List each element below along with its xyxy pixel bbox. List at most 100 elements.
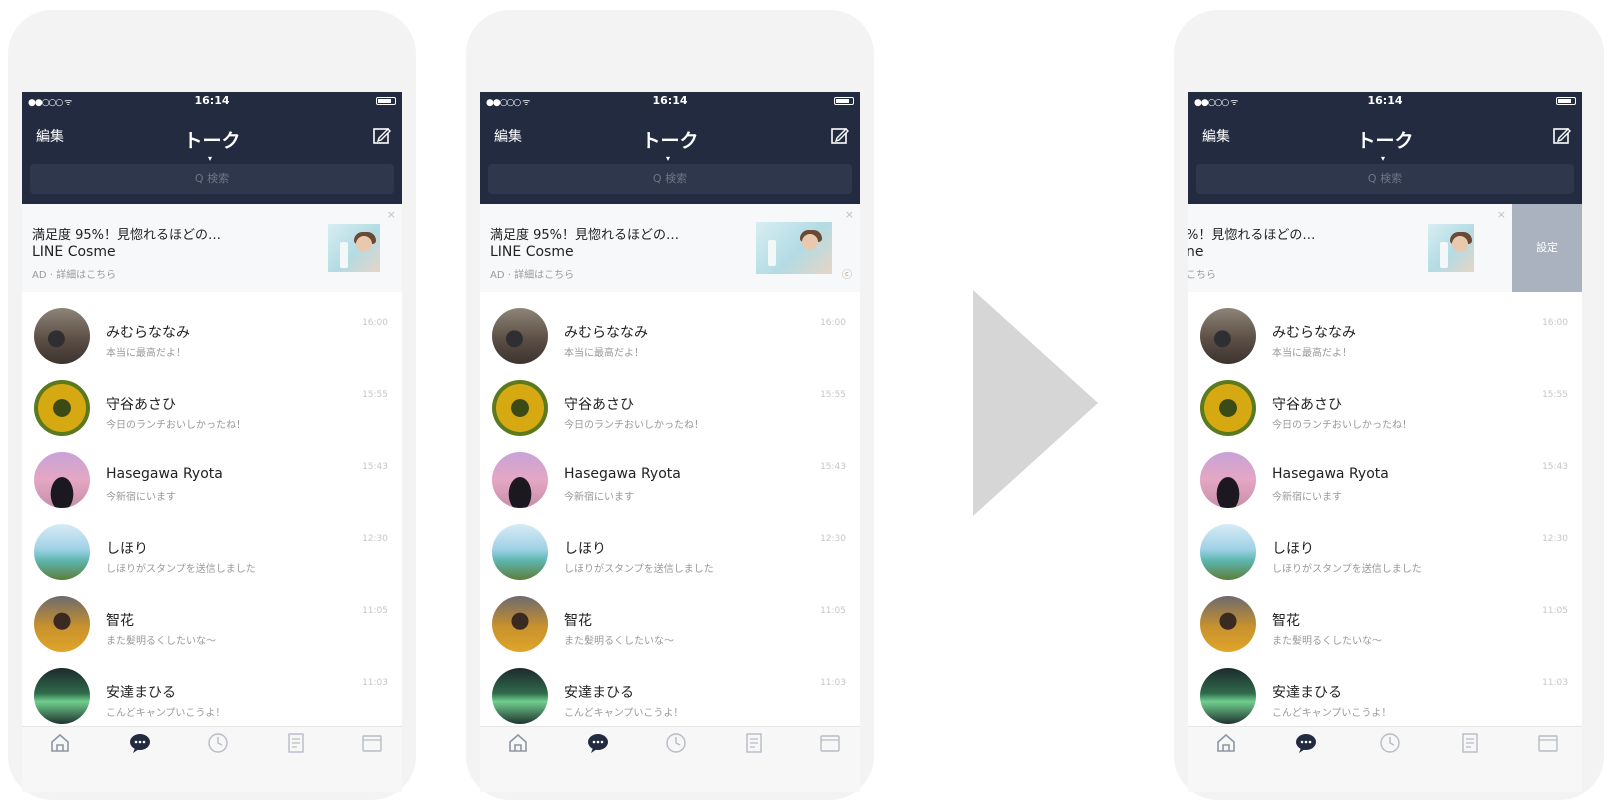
ad-thumbnail <box>1428 224 1474 272</box>
compose-icon[interactable] <box>830 126 850 146</box>
title-dropdown-caret[interactable]: ▾ <box>666 154 670 163</box>
chat-name: 守谷あさひ <box>106 397 176 413</box>
chat-row[interactable]: しほり しほりがスタンプを送信しました 12:30 <box>1188 516 1582 588</box>
chat-name: 智花 <box>1272 613 1300 629</box>
chat-time: 11:05 <box>362 606 388 616</box>
chat-time: 15:43 <box>820 462 846 472</box>
chat-message: こんどキャンプいこうよ！ <box>106 708 226 719</box>
avatar <box>34 596 90 652</box>
edit-button[interactable]: 編集 <box>36 126 64 146</box>
chat-message: また髪明るくしたいな〜 <box>106 636 216 647</box>
ad-details-link[interactable]: AD · 詳細はこちら <box>490 266 574 281</box>
chat-message: 今新宿にいます <box>106 492 176 503</box>
chat-row[interactable]: Hasegawa Ryota 今新宿にいます 15:43 <box>480 444 860 516</box>
ad-setting-button[interactable]: 設定 <box>1512 204 1582 292</box>
ad-banner[interactable]: 満足度 95%！見惚れるほどの… LINE Cosme AD · 詳細はこちら … <box>480 204 860 292</box>
chat-row[interactable]: しほり しほりがスタンプを送信しました 12:30 <box>22 516 402 588</box>
ad-thumbnail <box>328 224 380 272</box>
chat-row[interactable]: Hasegawa Ryota 今新宿にいます 15:43 <box>22 444 402 516</box>
ad-close-icon[interactable]: × <box>1497 208 1506 221</box>
tab-bar <box>22 726 402 792</box>
timeline-icon[interactable] <box>206 731 230 755</box>
edit-button[interactable]: 編集 <box>494 126 522 146</box>
search-input[interactable]: Q 検索 <box>1196 164 1574 194</box>
chat-row[interactable]: 智花 また髪明るくしたいな〜 11:05 <box>1188 588 1582 660</box>
chat-row[interactable]: しほり しほりがスタンプを送信しました 12:30 <box>480 516 860 588</box>
chat-name: みむらななみ <box>106 325 190 341</box>
avatar <box>1200 596 1256 652</box>
chat-time: 16:00 <box>1542 318 1568 328</box>
chat-name: 守谷あさひ <box>1272 397 1342 413</box>
chat-row[interactable]: 智花 また髪明るくしたいな〜 11:05 <box>480 588 860 660</box>
wallet-icon[interactable] <box>1536 731 1560 755</box>
ad-close-icon[interactable]: × <box>387 208 396 221</box>
chat-row[interactable]: Hasegawa Ryota 今新宿にいます 15:43 <box>1188 444 1582 516</box>
chat-row[interactable]: 安達まひる こんどキャンプいこうよ！ 11:03 <box>480 660 860 732</box>
search-input[interactable]: Q 検索 <box>488 164 852 194</box>
chat-row[interactable]: 安達まひる こんどキャンプいこうよ！ 11:03 <box>1188 660 1582 732</box>
news-icon[interactable] <box>742 731 766 755</box>
talk-icon[interactable] <box>1294 731 1318 755</box>
home-icon[interactable] <box>506 731 530 755</box>
compose-icon[interactable] <box>372 126 392 146</box>
wallet-icon[interactable] <box>818 731 842 755</box>
avatar <box>492 668 548 724</box>
search-input[interactable]: Q 検索 <box>30 164 394 194</box>
news-icon[interactable] <box>1458 731 1482 755</box>
chat-time: 11:05 <box>1542 606 1568 616</box>
chat-time: 16:00 <box>362 318 388 328</box>
title-dropdown-caret[interactable]: ▾ <box>208 154 212 163</box>
title-dropdown-caret[interactable]: ▾ <box>1381 154 1385 163</box>
ad-details-link[interactable]: こちら <box>1188 266 1216 281</box>
chat-name: 安達まひる <box>106 685 176 701</box>
ad-details-link[interactable]: AD · 詳細はこちら <box>32 266 116 281</box>
home-icon[interactable] <box>48 731 72 755</box>
news-icon[interactable] <box>284 731 308 755</box>
phone-frame-2: ●●○○○ ᯤ 16:14 編集 トーク ▾ Q 検索 満足度 95%！見惚れる… <box>466 10 874 800</box>
chat-name: Hasegawa Ryota <box>1272 466 1389 482</box>
chat-row[interactable]: みむらななみ 本当に最高だよ！ 16:00 <box>22 300 402 372</box>
ad-title: 満足度 95%！見惚れるほどの… <box>490 228 680 243</box>
ad-banner-swiped[interactable]: %！見惚れるほどの… ne こちら × 設定 <box>1188 204 1582 292</box>
avatar <box>34 668 90 724</box>
timeline-icon[interactable] <box>1378 731 1402 755</box>
status-time: 16:14 <box>194 94 230 107</box>
phone-frame-3: ●●○○○ ᯤ 16:14 編集 トーク ▾ Q 検索 %！見惚れるほどの… n… <box>1174 10 1604 800</box>
chat-message: 本当に最高だよ！ <box>564 348 644 359</box>
ad-badge-icon: ⓒ <box>842 270 852 281</box>
phone-screen-3: ●●○○○ ᯤ 16:14 編集 トーク ▾ Q 検索 %！見惚れるほどの… n… <box>1188 92 1582 792</box>
ad-banner[interactable]: 満足度 95%！見惚れるほどの… LINE Cosme AD · 詳細はこちら … <box>22 204 402 292</box>
status-bar: ●●○○○ ᯤ 16:14 <box>1188 92 1582 110</box>
chat-name: 智花 <box>106 613 134 629</box>
avatar <box>492 308 548 364</box>
chat-row[interactable]: 守谷あさひ 今日のランチおいしかったね！ 15:55 <box>480 372 860 444</box>
timeline-icon[interactable] <box>664 731 688 755</box>
chat-row[interactable]: 守谷あさひ 今日のランチおいしかったね！ 15:55 <box>1188 372 1582 444</box>
ad-brand: ne <box>1188 244 1204 260</box>
chat-row[interactable]: みむらななみ 本当に最高だよ！ 16:00 <box>480 300 860 372</box>
transition-arrow <box>973 290 1098 516</box>
page-title: トーク <box>641 130 699 152</box>
chat-time: 12:30 <box>820 534 846 544</box>
chat-row[interactable]: 安達まひる こんどキャンプいこうよ！ 11:03 <box>22 660 402 732</box>
chat-row[interactable]: 守谷あさひ 今日のランチおいしかったね！ 15:55 <box>22 372 402 444</box>
ad-close-icon[interactable]: × <box>845 208 854 221</box>
chat-name: みむらななみ <box>564 325 648 341</box>
compose-icon[interactable] <box>1552 126 1572 146</box>
chat-row[interactable]: 智花 また髪明るくしたいな〜 11:05 <box>22 588 402 660</box>
chat-row[interactable]: みむらななみ 本当に最高だよ！ 16:00 <box>1188 300 1582 372</box>
edit-button[interactable]: 編集 <box>1202 126 1230 146</box>
chat-message: また髪明るくしたいな〜 <box>564 636 674 647</box>
home-icon[interactable] <box>1214 731 1238 755</box>
phone-screen-1: ●●○○○ ᯤ 16:14 編集 トーク ▾ Q 検索 満足度 95%！見惚れる… <box>22 92 402 792</box>
avatar <box>34 452 90 508</box>
avatar <box>492 596 548 652</box>
talk-icon[interactable] <box>128 731 152 755</box>
ad-title: %！見惚れるほどの… <box>1188 228 1316 243</box>
wallet-icon[interactable] <box>360 731 384 755</box>
chat-name: しほり <box>1272 541 1314 557</box>
talk-icon[interactable] <box>586 731 610 755</box>
chat-time: 12:30 <box>362 534 388 544</box>
chat-message: しほりがスタンプを送信しました <box>564 564 714 575</box>
battery-icon <box>1556 97 1576 105</box>
